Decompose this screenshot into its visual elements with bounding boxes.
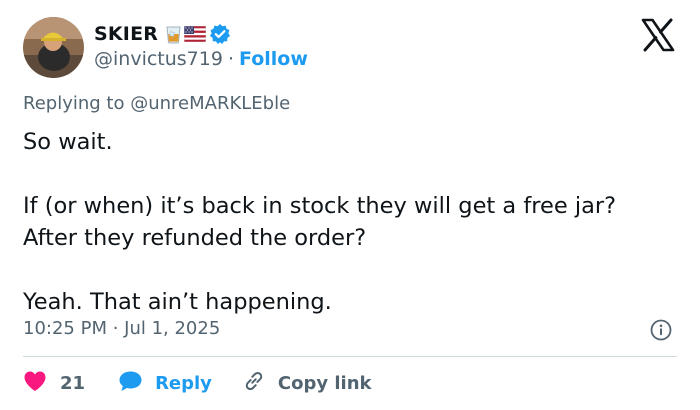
author-display-name[interactable]: SKIER bbox=[94, 23, 158, 45]
separator-dot: · bbox=[227, 48, 234, 70]
us-flag-icon bbox=[184, 26, 207, 42]
reply-mention-link[interactable]: @unreMARKLEble bbox=[130, 93, 290, 114]
link-icon bbox=[242, 369, 266, 398]
reply-button[interactable]: Reply bbox=[118, 370, 212, 397]
tweet-line: If (or when) it’s back in stock they wil… bbox=[23, 193, 617, 251]
like-count: 21 bbox=[60, 372, 86, 394]
tweet-line: So wait. bbox=[23, 129, 113, 155]
action-bar: 21 Reply Copy link bbox=[23, 370, 372, 396]
reply-bubble-icon bbox=[118, 370, 143, 397]
tweet-card: SKIER @invictus719 · Follow Replying to … bbox=[0, 0, 700, 410]
tweet-line: Yeah. That ain’t happening. bbox=[23, 289, 332, 315]
author-name-row: SKIER bbox=[94, 22, 231, 46]
reply-label: Reply bbox=[155, 372, 212, 394]
info-icon[interactable] bbox=[650, 319, 672, 341]
avatar[interactable] bbox=[23, 17, 84, 78]
tweet-text: So wait. If (or when) it’s back in stock… bbox=[23, 126, 673, 318]
x-logo-icon[interactable] bbox=[640, 18, 676, 52]
follow-button[interactable]: Follow bbox=[239, 48, 308, 70]
author-handle-row: @invictus719 · Follow bbox=[94, 48, 308, 70]
copy-link-label: Copy link bbox=[277, 372, 372, 394]
tumbler-glass-icon bbox=[165, 25, 182, 44]
author-handle[interactable]: @invictus719 bbox=[94, 48, 223, 70]
replying-to: Replying to @unreMARKLEble bbox=[23, 93, 290, 114]
divider bbox=[23, 356, 677, 357]
verified-badge-icon[interactable] bbox=[209, 23, 231, 45]
like-button[interactable]: 21 bbox=[23, 370, 85, 397]
heart-icon bbox=[23, 370, 47, 397]
copy-link-button[interactable]: Copy link bbox=[242, 369, 372, 398]
tweet-timestamp[interactable]: 10:25 PM · Jul 1, 2025 bbox=[23, 318, 220, 339]
replying-to-label: Replying to bbox=[23, 93, 125, 114]
